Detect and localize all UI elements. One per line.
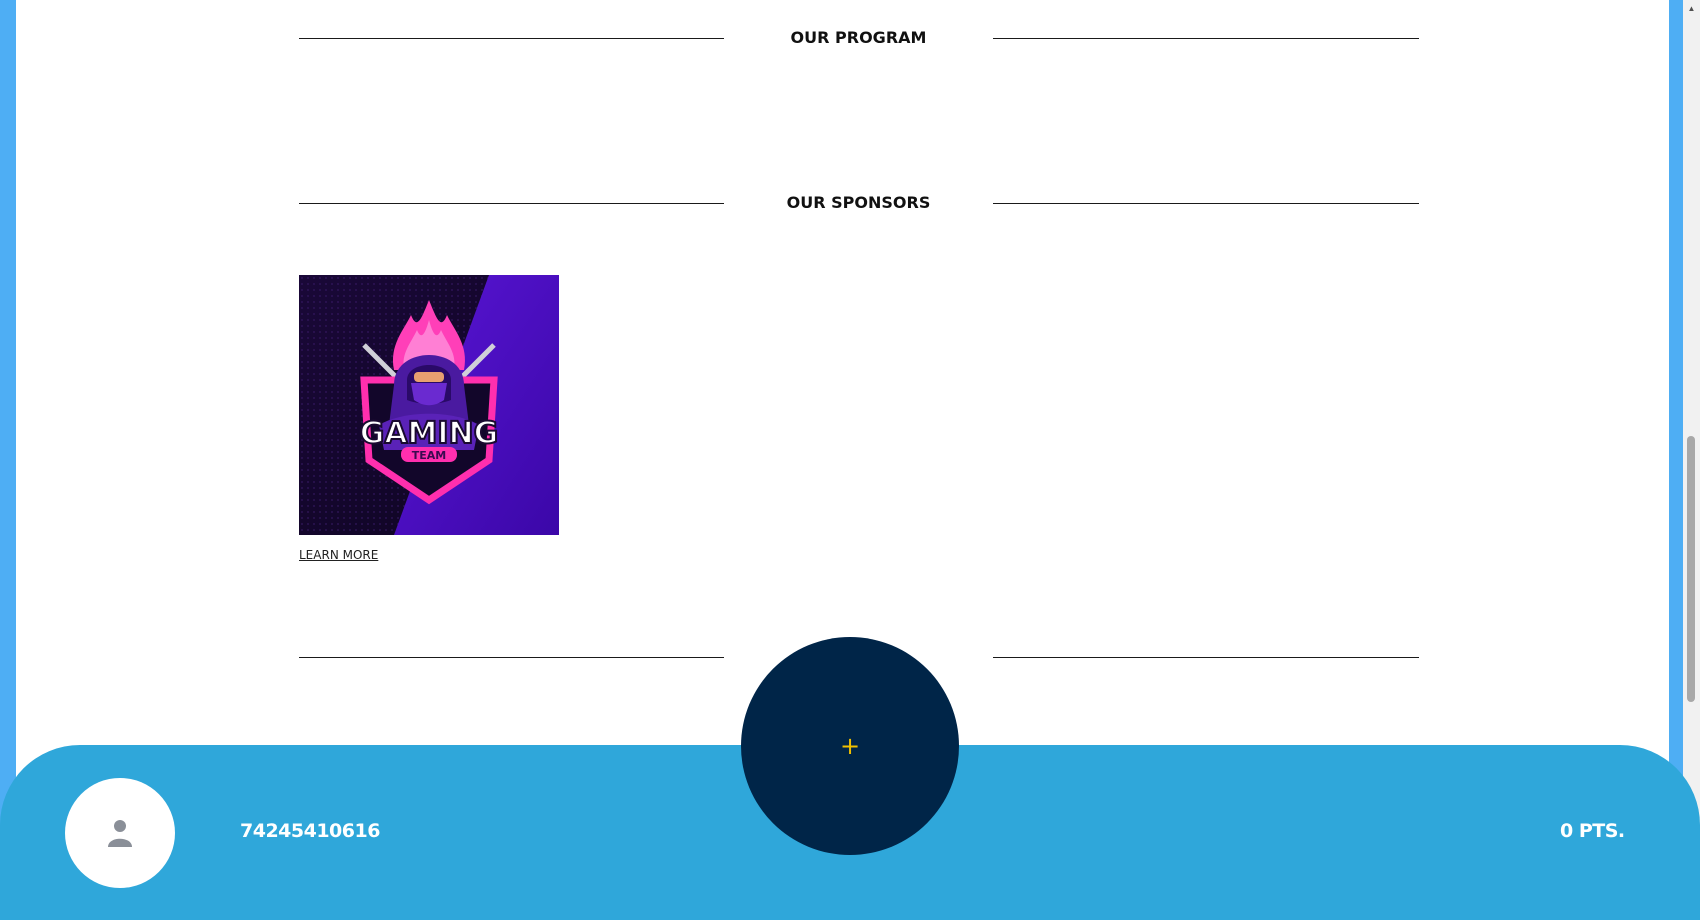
divider-line (993, 203, 1419, 204)
sponsors-section-title: OUR SPONSORS (786, 193, 931, 212)
divider-line (993, 657, 1419, 658)
plus-icon: + (839, 732, 861, 760)
divider-line (299, 203, 724, 204)
logo-text: GAMING (360, 416, 499, 451)
divider-line (993, 38, 1419, 39)
sponsors-section-header: OUR SPONSORS (299, 193, 1419, 213)
avatar[interactable] (65, 778, 175, 888)
points-label: 0 PTS. (1560, 820, 1625, 842)
scroll-up-arrow-icon[interactable]: ▲ (1683, 0, 1700, 17)
sponsor-logo-image[interactable]: GAMING TEAM (299, 275, 559, 535)
gaming-team-logo: GAMING TEAM (299, 275, 559, 535)
scroll-thumb[interactable] (1687, 436, 1695, 702)
program-section-title: OUR PROGRAM (790, 28, 927, 47)
learn-more-link[interactable]: LEARN MORE (299, 548, 378, 562)
program-section-header: OUR PROGRAM (299, 28, 1419, 48)
divider-line (299, 38, 724, 39)
divider-line (299, 657, 724, 658)
add-button[interactable]: + (741, 637, 959, 855)
logo-subtext: TEAM (412, 449, 446, 462)
user-id-label: 74245410616 (240, 820, 380, 842)
person-icon (108, 820, 132, 847)
